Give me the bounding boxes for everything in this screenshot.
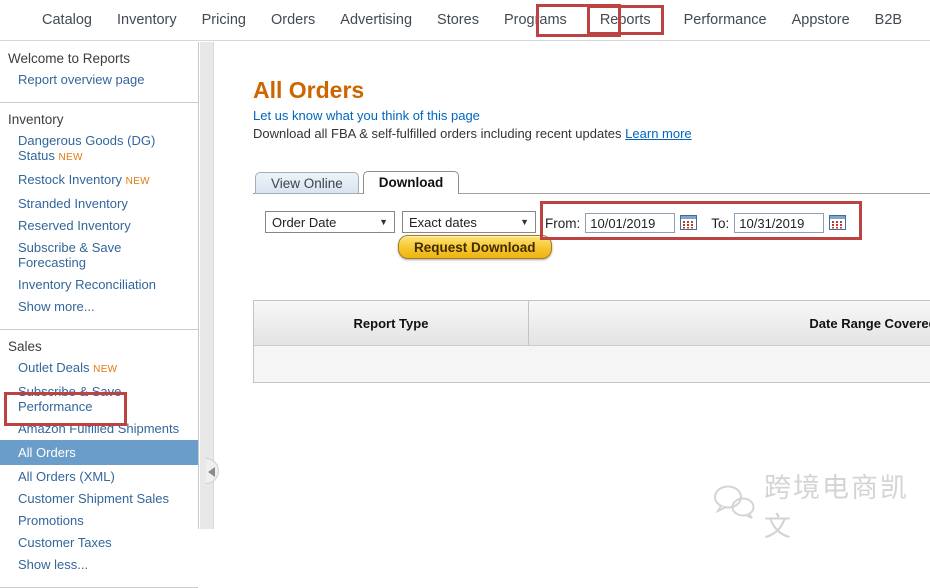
sidebar-splitter[interactable] [200, 42, 214, 529]
sidebar-item-subscribe-save-performance[interactable]: Subscribe & Save Performance [0, 381, 198, 417]
calendar-icon[interactable] [680, 214, 697, 233]
sidebar-section-sales: Sales Outlet Deals NEW Subscribe & Save … [0, 330, 198, 588]
main-content: All Orders Let us know what you think of… [214, 41, 930, 529]
sidebar-item-subscribe-save-forecasting[interactable]: Subscribe & Save Forecasting [0, 237, 198, 273]
from-date-input[interactable] [585, 213, 675, 233]
tab-view-online[interactable]: View Online [255, 172, 359, 194]
calendar-icon[interactable] [829, 214, 846, 233]
reports-sidebar: Welcome to Reports Report overview page … [0, 42, 199, 529]
nav-item-pricing[interactable]: Pricing [202, 9, 246, 31]
sidebar-item-amazon-fulfilled-shipments[interactable]: Amazon Fulfilled Shipments [0, 418, 198, 439]
tab-download[interactable]: Download [363, 171, 460, 194]
page-description: Download all FBA & self-fulfilled orders… [253, 126, 692, 141]
new-badge: NEW [58, 152, 82, 163]
sidebar-item-label: Restock Inventory [18, 172, 122, 187]
new-badge: NEW [126, 176, 150, 187]
sidebar-item-promotions[interactable]: Promotions [0, 510, 198, 531]
nav-item-advertising[interactable]: Advertising [340, 9, 412, 31]
nav-item-programs[interactable]: Programs [504, 9, 567, 31]
date-mode-value: Exact dates [409, 215, 477, 230]
nav-item-performance[interactable]: Performance [684, 9, 767, 31]
sidebar-item-stranded-inventory[interactable]: Stranded Inventory [0, 193, 198, 214]
chevron-down-icon: ▼ [520, 217, 529, 227]
collapse-arrow-icon [208, 467, 215, 477]
column-header-report-type: Report Type [254, 301, 528, 345]
sidebar-section-inventory: Inventory Dangerous Goods (DG) Status NE… [0, 103, 198, 330]
nav-item-reports[interactable]: Reports [587, 5, 664, 35]
nav-item-catalog[interactable]: Catalog [42, 9, 92, 31]
sidebar-item-label: Dangerous Goods (DG) Status [18, 133, 155, 163]
sidebar-item-customer-shipment-sales[interactable]: Customer Shipment Sales [0, 488, 198, 509]
nav-item-stores[interactable]: Stores [437, 9, 479, 31]
sidebar-item-dangerous-goods[interactable]: Dangerous Goods (DG) Status NEW [0, 130, 198, 168]
sidebar-item-reserved-inventory[interactable]: Reserved Inventory [0, 215, 198, 236]
report-by-dropdown[interactable]: Order Date ▼ [265, 211, 395, 233]
chevron-down-icon: ▼ [379, 217, 388, 227]
sidebar-item-all-orders-xml[interactable]: All Orders (XML) [0, 466, 198, 487]
sidebar-header-welcome: Welcome to Reports [0, 51, 198, 66]
sidebar-item-customer-taxes[interactable]: Customer Taxes [0, 532, 198, 553]
sidebar-item-outlet-deals[interactable]: Outlet Deals NEW [0, 357, 198, 380]
sidebar-item-all-orders[interactable]: All Orders [0, 440, 198, 465]
date-mode-dropdown[interactable]: Exact dates ▼ [402, 211, 536, 233]
description-text: Download all FBA & self-fulfilled orders… [253, 126, 622, 141]
from-label: From: [545, 216, 580, 231]
sidebar-item-report-overview[interactable]: Report overview page [0, 69, 198, 90]
nav-item-orders[interactable]: Orders [271, 9, 315, 31]
feedback-link[interactable]: Let us know what you think of this page [253, 108, 480, 123]
date-range-controls: From: To: [545, 211, 846, 235]
table-empty-row [254, 345, 930, 382]
sidebar-item-label: Outlet Deals [18, 360, 90, 375]
sidebar-header-sales: Sales [0, 339, 198, 354]
to-date-input[interactable] [734, 213, 824, 233]
top-navigation: Catalog Inventory Pricing Orders Adverti… [0, 0, 930, 41]
page-title: All Orders [253, 77, 364, 104]
table-header-row: Report Type Date Range Covered [254, 301, 930, 345]
nav-item-b2b[interactable]: B2B [875, 9, 902, 31]
new-badge: NEW [93, 364, 117, 375]
to-label: To: [711, 216, 729, 231]
tab-bar: View Online Download [255, 171, 459, 194]
sidebar-item-inventory-reconciliation[interactable]: Inventory Reconciliation [0, 274, 198, 295]
learn-more-link[interactable]: Learn more [625, 126, 691, 141]
nav-item-appstore[interactable]: Appstore [792, 9, 850, 31]
sidebar-header-inventory: Inventory [0, 112, 198, 127]
sidebar-section-welcome: Welcome to Reports Report overview page [0, 42, 198, 103]
sidebar-item-show-less[interactable]: Show less... [0, 554, 198, 575]
sidebar-item-restock-inventory[interactable]: Restock Inventory NEW [0, 169, 198, 192]
nav-item-inventory[interactable]: Inventory [117, 9, 177, 31]
column-header-date-range: Date Range Covered [528, 301, 930, 345]
sidebar-item-show-more[interactable]: Show more... [0, 296, 198, 317]
request-download-button[interactable]: Request Download [398, 235, 552, 259]
report-by-value: Order Date [272, 215, 336, 230]
reports-table: Report Type Date Range Covered [253, 300, 930, 383]
